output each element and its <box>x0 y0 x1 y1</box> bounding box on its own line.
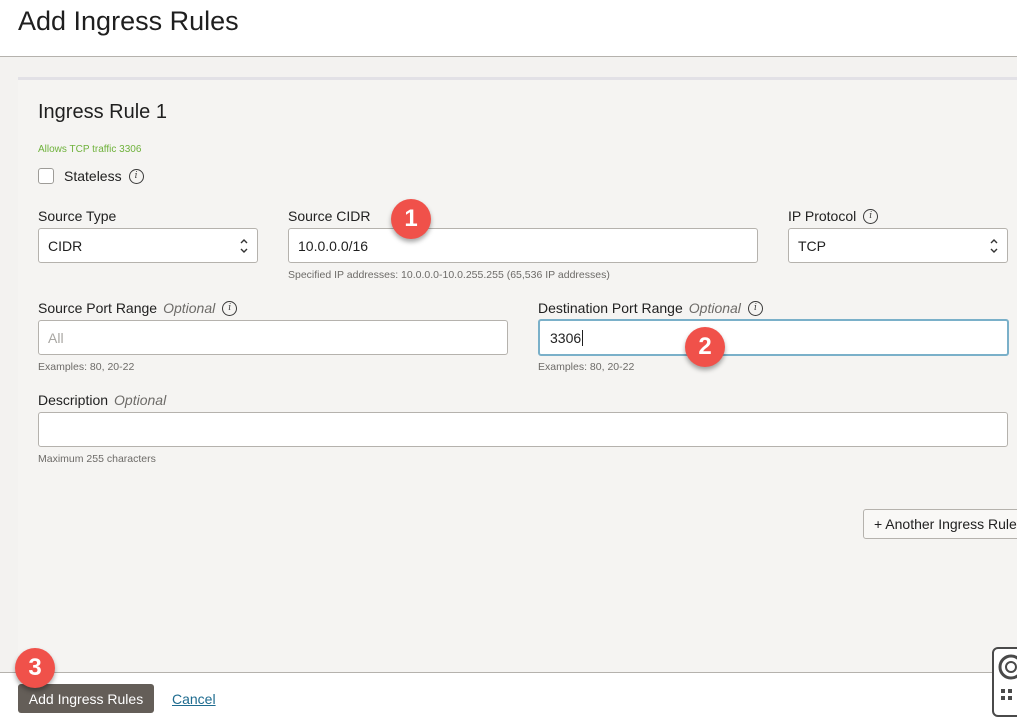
source-cidr-label-text: Source CIDR <box>288 208 371 224</box>
ip-protocol-label-text: IP Protocol <box>788 208 857 224</box>
rule-title: Ingress Rule 1 <box>38 101 167 123</box>
source-cidr-value: 10.0.0.0/16 <box>298 237 369 254</box>
select-arrows-icon <box>240 239 248 253</box>
destination-port-range-label: Destination Port Range Optional i <box>538 300 763 316</box>
info-icon[interactable]: i <box>747 300 763 316</box>
stateless-checkbox[interactable] <box>38 168 54 184</box>
source-port-range-input[interactable]: All <box>38 320 508 355</box>
optional-tag: Optional <box>688 300 741 316</box>
source-type-select[interactable]: CIDR <box>38 228 258 263</box>
source-port-range-hint: Examples: 80, 20-22 <box>38 361 135 373</box>
rule-summary: Allows TCP traffic 3306 <box>38 144 142 155</box>
info-icon[interactable]: i <box>222 300 238 316</box>
add-ingress-rules-button[interactable]: Add Ingress Rules <box>18 684 154 713</box>
source-cidr-label: Source CIDR <box>288 208 370 224</box>
cancel-link[interactable]: Cancel <box>172 691 216 707</box>
help-widget[interactable] <box>992 647 1017 717</box>
source-port-range-placeholder: All <box>48 329 64 346</box>
source-type-label-text: Source Type <box>38 208 117 224</box>
description-label: Description Optional <box>38 392 166 408</box>
another-ingress-rule-button[interactable]: + Another Ingress Rule <box>863 509 1017 539</box>
callout-badge-2: 2 <box>685 327 725 367</box>
source-cidr-input[interactable]: 10.0.0.0/16 <box>288 228 758 263</box>
ingress-rule-panel <box>18 77 1017 677</box>
page-title: Add Ingress Rules <box>18 6 239 36</box>
info-icon[interactable]: i <box>863 208 879 224</box>
source-port-range-label: Source Port Range Optional i <box>38 300 238 316</box>
source-type-value: CIDR <box>48 237 83 254</box>
callout-badge-3: 3 <box>15 648 55 688</box>
description-input[interactable] <box>38 412 1008 447</box>
select-arrows-icon <box>990 239 998 253</box>
source-port-range-label-text: Source Port Range <box>38 300 158 316</box>
description-label-text: Description <box>38 392 109 408</box>
stateless-row: Stateless i <box>38 168 144 184</box>
form-body <box>0 57 1017 677</box>
optional-tag: Optional <box>114 392 167 408</box>
optional-tag: Optional <box>163 300 216 316</box>
lifebuoy-icon <box>998 654 1017 700</box>
stateless-label: Stateless <box>64 168 122 184</box>
ip-protocol-label: IP Protocol i <box>788 208 879 224</box>
ip-protocol-select[interactable]: TCP <box>788 228 1008 263</box>
source-cidr-hint: Specified IP addresses: 10.0.0.0-10.0.25… <box>288 269 610 281</box>
destination-port-range-label-text: Destination Port Range <box>538 300 683 316</box>
destination-port-range-value: 3306 <box>550 329 582 346</box>
text-caret <box>582 329 584 346</box>
ip-protocol-value: TCP <box>798 237 826 254</box>
info-icon[interactable]: i <box>128 168 144 184</box>
page-header: Add Ingress Rules <box>0 0 1017 57</box>
description-hint: Maximum 255 characters <box>38 453 156 465</box>
destination-port-range-hint: Examples: 80, 20-22 <box>538 361 635 373</box>
destination-port-range-input[interactable]: 3306 <box>538 319 1009 356</box>
callout-badge-1: 1 <box>391 199 431 239</box>
source-type-label: Source Type <box>38 208 116 224</box>
